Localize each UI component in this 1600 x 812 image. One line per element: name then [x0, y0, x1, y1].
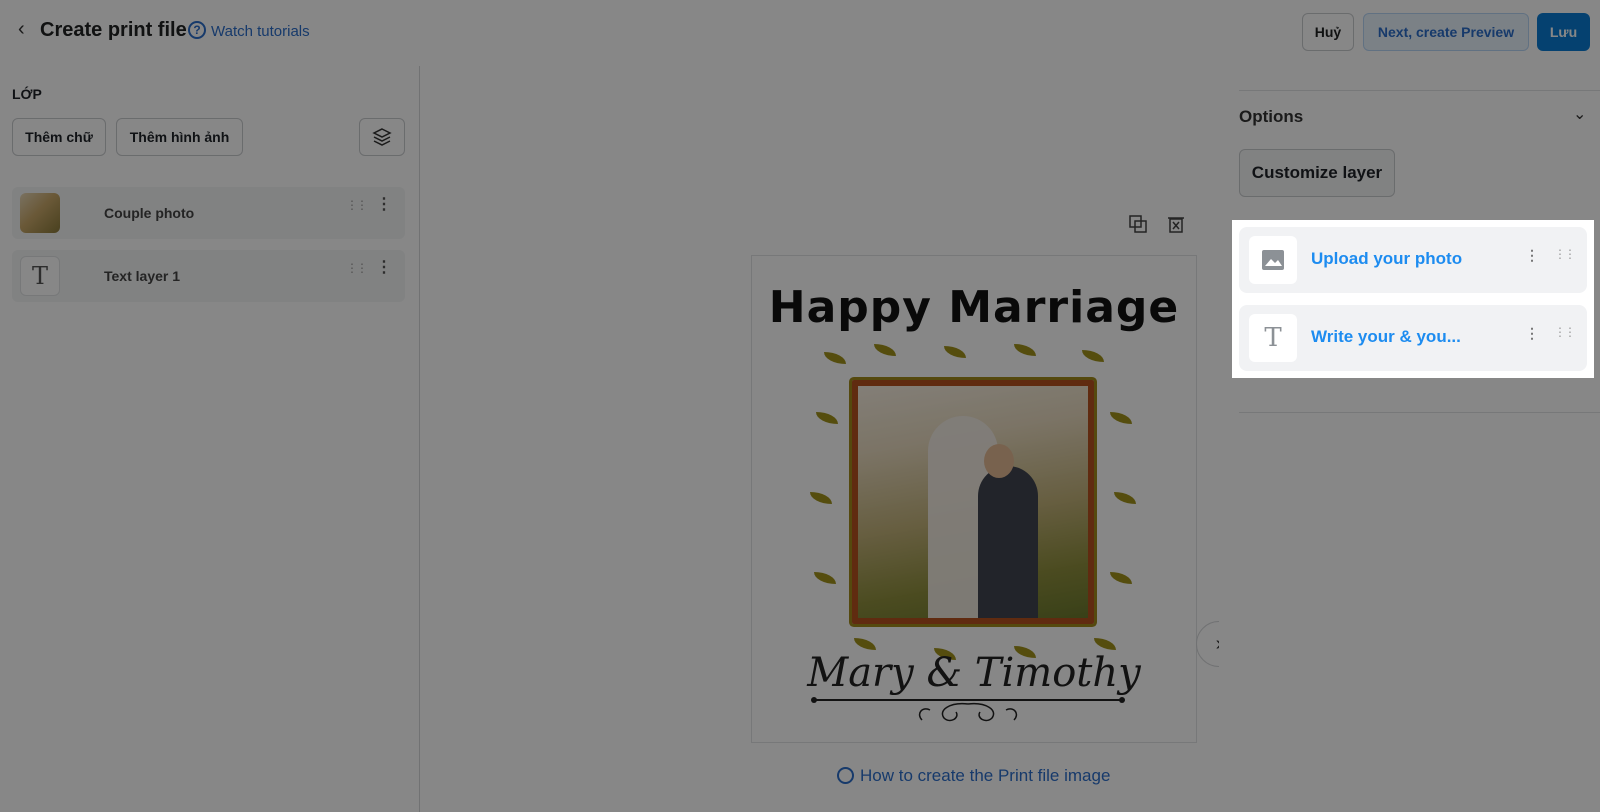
couple-photo-head — [984, 444, 1014, 478]
image-icon — [1249, 236, 1297, 284]
more-options-icon[interactable]: ⋮ — [1525, 248, 1539, 262]
option-write-names[interactable]: T Write your & you... ⋮ ⋮⋮ — [1239, 305, 1587, 371]
next-create-preview-button[interactable]: Next, create Preview — [1363, 13, 1529, 51]
ornament-divider — [811, 697, 1125, 722]
layers-panel: LỚP Thêm chữ Thêm hình ảnh Couple photo … — [0, 66, 420, 812]
more-options-icon[interactable]: ⋮ — [376, 197, 392, 213]
question-circle-icon[interactable]: ? — [188, 21, 206, 39]
option-list: Upload your photo ⋮ ⋮⋮ T Write your & yo… — [1232, 220, 1594, 378]
chevron-left-icon[interactable]: ‹ — [18, 18, 34, 40]
divider — [1239, 412, 1600, 413]
how-to-label: How to create the Print file image — [860, 766, 1111, 785]
duplicate-icon[interactable] — [1126, 214, 1150, 238]
lifebuoy-icon — [837, 767, 854, 784]
layers-icon[interactable] — [359, 118, 405, 156]
drag-handle-icon[interactable]: ⋮⋮ — [1554, 248, 1576, 260]
option-label: Upload your photo — [1311, 249, 1463, 268]
text-icon: T — [20, 256, 60, 296]
more-options-icon[interactable]: ⋮ — [1525, 326, 1539, 340]
options-title: Options — [1239, 107, 1304, 126]
option-label: Write your & you... — [1311, 327, 1461, 346]
drag-handle-icon[interactable]: ⋮⋮ — [346, 262, 368, 274]
couple-photo-frame[interactable] — [852, 380, 1094, 624]
options-panel: Options ⌄ Customize layer Upload your ph… — [1219, 66, 1600, 812]
page-title: Create print file — [40, 19, 187, 41]
more-options-icon[interactable]: ⋮ — [376, 260, 392, 276]
save-button[interactable]: Lưu — [1537, 13, 1590, 51]
headline-text[interactable]: Happy Marriage — [752, 282, 1196, 333]
layer-row-couple-photo[interactable]: Couple photo ⋮⋮ ⋮ — [12, 187, 405, 239]
top-bar: ‹ Create print file ? Watch tutorials Hu… — [0, 0, 1600, 66]
text-icon: T — [1249, 314, 1297, 362]
layer-name: Couple photo — [104, 205, 195, 221]
option-upload-photo[interactable]: Upload your photo ⋮ ⋮⋮ — [1239, 227, 1587, 293]
couple-photo-groom — [978, 466, 1038, 618]
add-image-button[interactable]: Thêm hình ảnh — [116, 118, 243, 156]
divider — [1239, 90, 1600, 91]
watch-tutorials-link[interactable]: Watch tutorials — [211, 23, 310, 40]
layers-section-title: LỚP — [12, 86, 42, 102]
chevron-down-icon[interactable]: ⌄ — [1573, 104, 1586, 124]
drag-handle-icon[interactable]: ⋮⋮ — [346, 199, 368, 211]
delete-icon[interactable] — [1164, 214, 1188, 238]
layer-row-text-layer-1[interactable]: T Text layer 1 ⋮⋮ ⋮ — [12, 250, 405, 302]
add-text-button[interactable]: Thêm chữ — [12, 118, 106, 156]
names-text[interactable]: Mary & Timothy — [752, 650, 1196, 696]
photo-thumbnail — [20, 193, 60, 233]
customize-layer-button[interactable]: Customize layer — [1239, 149, 1395, 197]
how-to-print-file-link[interactable]: How to create the Print file image — [837, 766, 1110, 786]
cancel-button[interactable]: Huỷ — [1302, 13, 1354, 51]
print-file-artboard[interactable]: Happy Marriage Mary & Timothy — [751, 255, 1197, 743]
layer-name: Text layer 1 — [104, 268, 181, 284]
canvas-area: Happy Marriage Mary & Timothy How to cre… — [421, 66, 1242, 812]
drag-handle-icon[interactable]: ⋮⋮ — [1554, 326, 1576, 338]
